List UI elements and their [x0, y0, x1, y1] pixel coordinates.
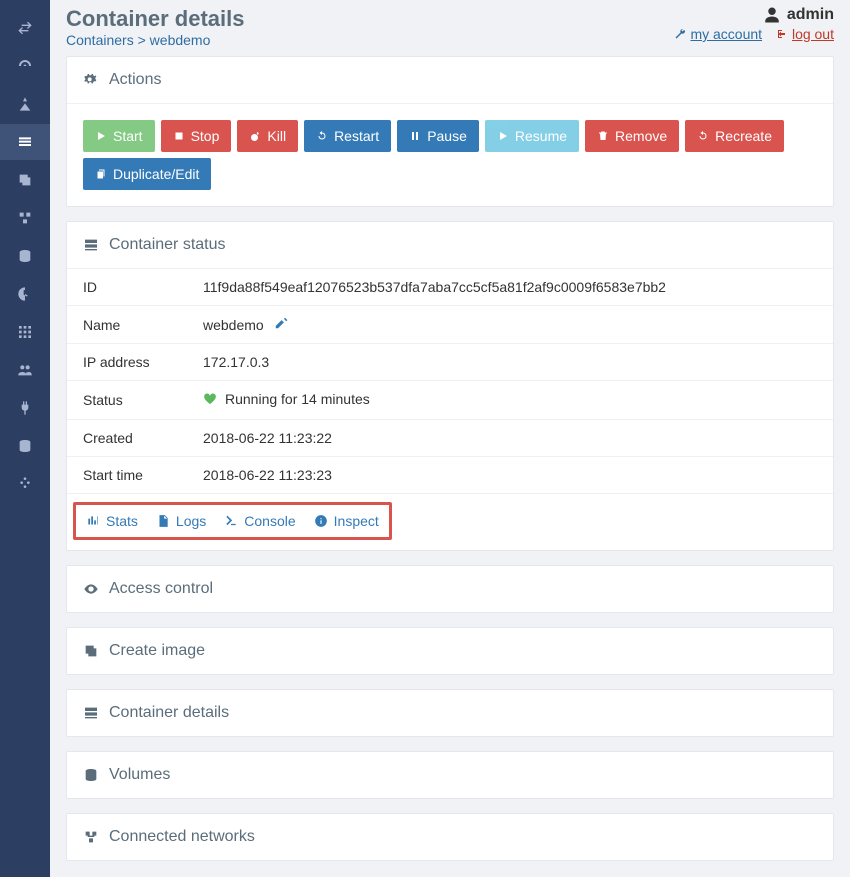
nav-swap-icon[interactable] — [0, 10, 50, 46]
duplicate-edit-button[interactable]: Duplicate/Edit — [83, 158, 211, 190]
nav-settings-icon[interactable] — [0, 466, 50, 502]
stop-button[interactable]: Stop — [161, 120, 232, 152]
name-value: webdemo — [203, 317, 264, 333]
networks-title: Connected networks — [109, 828, 255, 846]
stop-icon — [173, 130, 185, 142]
clone-icon — [83, 643, 99, 659]
start-label: Start time — [67, 457, 187, 494]
cogs-icon — [83, 72, 99, 88]
play-icon — [95, 130, 107, 142]
remove-button[interactable]: Remove — [585, 120, 679, 152]
eye-icon — [83, 581, 99, 597]
created-label: Created — [67, 420, 187, 457]
table-row: Start time2018-06-22 11:23:23 — [67, 457, 833, 494]
volumes-title: Volumes — [109, 766, 170, 784]
table-row: IP address172.17.0.3 — [67, 344, 833, 381]
nav-plug-icon[interactable] — [0, 390, 50, 426]
nav-networks-icon[interactable] — [0, 200, 50, 236]
server-icon — [83, 237, 99, 253]
container-details-title: Container details — [109, 704, 229, 722]
nav-containers-icon[interactable] — [0, 124, 50, 160]
create-image-panel[interactable]: Create image — [66, 627, 834, 675]
nav-images-icon[interactable] — [0, 162, 50, 198]
volumes-panel[interactable]: Volumes — [66, 751, 834, 799]
terminal-icon — [224, 514, 238, 528]
restart-button[interactable]: Restart — [304, 120, 391, 152]
inspect-link[interactable]: Inspect — [314, 513, 379, 529]
created-value: 2018-06-22 11:23:22 — [187, 420, 833, 457]
actions-button-row: Start Stop Kill Restart Pause Resume Rem… — [83, 120, 817, 190]
server-icon — [83, 705, 99, 721]
page-header: Container details Containers > webdemo a… — [66, 0, 834, 56]
breadcrumb-current-link[interactable]: webdemo — [150, 32, 211, 48]
nav-database-icon[interactable] — [0, 428, 50, 464]
name-label: Name — [67, 306, 187, 344]
stats-link[interactable]: Stats — [86, 513, 138, 529]
access-title: Access control — [109, 580, 213, 598]
status-label: Status — [67, 381, 187, 420]
start-value: 2018-06-22 11:23:23 — [187, 457, 833, 494]
recreate-button[interactable]: Recreate — [685, 120, 784, 152]
breadcrumb-containers-link[interactable]: Containers — [66, 32, 134, 48]
actions-panel: Actions Start Stop Kill Restart Pause Re… — [66, 56, 834, 207]
nav-events-icon[interactable] — [0, 276, 50, 312]
table-row: Name webdemo — [67, 306, 833, 344]
table-row: Created2018-06-22 11:23:22 — [67, 420, 833, 457]
main-content: Container details Containers > webdemo a… — [50, 0, 850, 877]
ip-label: IP address — [67, 344, 187, 381]
file-icon — [156, 514, 170, 528]
access-control-panel[interactable]: Access control — [66, 565, 834, 613]
console-link[interactable]: Console — [224, 513, 295, 529]
refresh-icon — [316, 130, 328, 142]
info-icon — [314, 514, 328, 528]
actions-title: Actions — [109, 71, 161, 89]
copy-icon — [95, 168, 107, 180]
create-image-title: Create image — [109, 642, 205, 660]
bomb-icon — [249, 130, 261, 142]
nav-grid-icon[interactable] — [0, 314, 50, 350]
container-details-panel[interactable]: Container details — [66, 689, 834, 737]
page-title: Container details — [66, 6, 244, 32]
table-row: Stats Logs Console Inspect — [67, 494, 833, 551]
my-account-link[interactable]: my account — [674, 26, 762, 42]
start-button[interactable]: Start — [83, 120, 155, 152]
networks-panel[interactable]: Connected networks — [66, 813, 834, 861]
wrench-icon — [674, 28, 686, 40]
chart-icon — [86, 514, 100, 528]
id-label: ID — [67, 269, 187, 306]
edit-name-button[interactable] — [274, 316, 288, 330]
nav-dashboard-icon[interactable] — [0, 48, 50, 84]
nav-users-icon[interactable] — [0, 352, 50, 388]
trash-icon — [597, 130, 609, 142]
kill-button[interactable]: Kill — [237, 120, 298, 152]
id-value: 11f9da88f549eaf12076523b537dfa7aba7cc5cf… — [187, 269, 833, 306]
ip-value: 172.17.0.3 — [187, 344, 833, 381]
heartbeat-icon — [203, 392, 217, 406]
nav-apps-icon[interactable] — [0, 86, 50, 122]
database-icon — [83, 767, 99, 783]
breadcrumb: Containers > webdemo — [66, 32, 244, 48]
sitemap-icon — [83, 829, 99, 845]
nav-volumes-icon[interactable] — [0, 238, 50, 274]
status-table: ID11f9da88f549eaf12076523b537dfa7aba7cc5… — [67, 269, 833, 550]
edit-icon — [274, 316, 288, 330]
status-panel: Container status ID11f9da88f549eaf120765… — [66, 221, 834, 551]
table-row: Status Running for 14 minutes — [67, 381, 833, 420]
status-value: Running for 14 minutes — [225, 391, 370, 407]
logs-link[interactable]: Logs — [156, 513, 206, 529]
status-title: Container status — [109, 236, 226, 254]
pause-icon — [409, 130, 421, 142]
resume-button[interactable]: Resume — [485, 120, 579, 152]
table-row: ID11f9da88f549eaf12076523b537dfa7aba7cc5… — [67, 269, 833, 306]
pause-button[interactable]: Pause — [397, 120, 479, 152]
sidebar — [0, 0, 50, 877]
play-icon — [497, 130, 509, 142]
logout-link[interactable]: log out — [776, 26, 834, 42]
user-icon — [763, 6, 781, 24]
quick-links-highlight: Stats Logs Console Inspect — [73, 502, 392, 540]
logout-icon — [776, 28, 788, 40]
current-user: admin — [664, 6, 834, 24]
refresh-icon — [697, 130, 709, 142]
